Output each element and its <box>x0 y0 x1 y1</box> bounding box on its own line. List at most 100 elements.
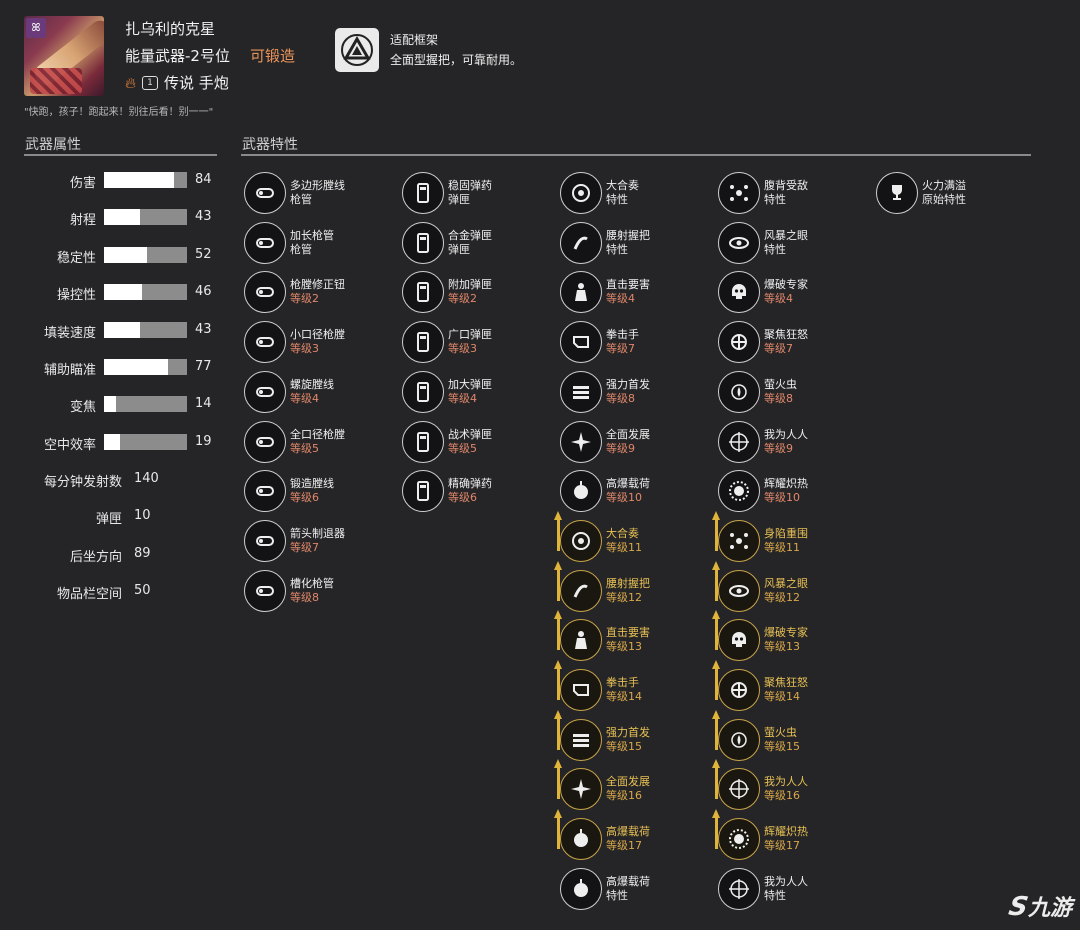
perk-item[interactable]: 加大弹匣 等级4 <box>402 370 492 413</box>
perk-item[interactable]: 强力首发 等级8 <box>560 370 650 413</box>
perk-name: 风暴之眼 <box>764 576 808 590</box>
bullets-icon[interactable] <box>554 709 602 761</box>
barrel-icon[interactable] <box>244 470 286 513</box>
barrel-icon[interactable] <box>244 519 286 562</box>
perk-item[interactable]: 小口径枪膛 等级3 <box>244 321 345 364</box>
perk-item[interactable]: 辉耀炽热 等级17 <box>712 809 808 861</box>
perk-item[interactable]: 槽化枪管 等级8 <box>244 569 334 612</box>
storm-eye-icon[interactable] <box>712 560 760 612</box>
barrel-icon[interactable] <box>244 569 286 612</box>
fist-icon[interactable] <box>560 321 602 364</box>
grip-icon[interactable] <box>560 221 602 264</box>
radiant-icon[interactable] <box>718 470 760 513</box>
perk-item[interactable]: 高爆载荷 等级10 <box>560 470 650 513</box>
fist-icon[interactable] <box>554 660 602 711</box>
magazine-icon[interactable] <box>402 221 444 264</box>
explosive-icon[interactable] <box>560 470 602 513</box>
barrel-icon[interactable] <box>244 271 286 314</box>
perk-item[interactable]: 爆破专家 等级13 <box>712 610 808 662</box>
burst-icon[interactable] <box>560 420 602 463</box>
surrounded-icon[interactable] <box>718 172 760 214</box>
perk-item[interactable]: 枪膛修正钮 等级2 <box>244 271 345 314</box>
crosshair-icon[interactable] <box>718 867 760 910</box>
explosive-icon[interactable] <box>560 867 602 910</box>
perk-item[interactable]: 辉耀炽热 等级10 <box>718 470 808 513</box>
perk-item[interactable]: 多边形膛线 枪管 <box>244 172 345 214</box>
ensemble-icon[interactable] <box>560 172 602 214</box>
magazine-icon[interactable] <box>402 470 444 513</box>
perk-item[interactable]: 爆破专家 等级4 <box>718 271 808 314</box>
fury-icon[interactable] <box>712 660 760 711</box>
perk-item[interactable]: 加长枪管 枪管 <box>244 221 334 264</box>
perk-item[interactable]: 全面发展 等级9 <box>560 420 650 463</box>
firefly-icon[interactable] <box>718 370 760 413</box>
perk-item[interactable]: 锻造膛线 等级6 <box>244 470 334 513</box>
perk-item[interactable]: 附加弹匣 等级2 <box>402 271 492 314</box>
barrel-icon[interactable] <box>244 370 286 413</box>
perk-item[interactable]: 大合奏 特性 <box>560 172 639 214</box>
perk-item[interactable]: 强力首发 等级15 <box>554 709 650 761</box>
trophy-icon[interactable] <box>876 172 918 214</box>
perk-item[interactable]: 高爆载荷 特性 <box>560 867 650 910</box>
crosshair-icon[interactable] <box>712 759 760 811</box>
perk-item[interactable]: 直击要害 等级13 <box>554 610 650 662</box>
firefly-icon[interactable] <box>712 709 760 761</box>
perk-item[interactable]: 大合奏 等级11 <box>554 510 642 562</box>
perk-item[interactable]: 腹背受敌 特性 <box>718 172 808 214</box>
magazine-icon[interactable] <box>402 370 444 413</box>
perk-item[interactable]: 箭头制退器 等级7 <box>244 519 345 562</box>
target-body-icon[interactable] <box>554 610 602 662</box>
perk-item[interactable]: 身陷重围 等级11 <box>712 510 808 562</box>
perk-item[interactable]: 萤火虫 等级8 <box>718 370 797 413</box>
perk-item[interactable]: 精确弹药 等级6 <box>402 470 492 513</box>
perk-item[interactable]: 拳击手 等级7 <box>560 321 639 364</box>
ensemble-icon[interactable] <box>554 510 602 562</box>
perk-subtitle: 等级4 <box>606 292 635 306</box>
perk-item[interactable]: 我为人人 特性 <box>718 867 808 910</box>
stat-value: 52 <box>195 246 212 262</box>
perk-item[interactable]: 腰射握把 等级12 <box>554 560 650 612</box>
storm-eye-icon[interactable] <box>718 221 760 264</box>
perk-item[interactable]: 我为人人 等级16 <box>712 759 808 811</box>
perk-item[interactable]: 高爆载荷 等级17 <box>554 809 650 861</box>
perk-item[interactable]: 聚焦狂怒 等级14 <box>712 660 808 711</box>
perk-item[interactable]: 我为人人 等级9 <box>718 420 808 463</box>
grip-icon[interactable] <box>554 560 602 612</box>
magazine-icon[interactable] <box>402 321 444 364</box>
perk-item[interactable]: 稳固弹药 弹匣 <box>402 172 492 214</box>
skull-icon[interactable] <box>718 271 760 314</box>
perk-item[interactable]: 腰射握把 特性 <box>560 221 650 264</box>
barrel-icon[interactable] <box>244 172 286 214</box>
perk-item[interactable]: 火力满溢 原始特性 <box>876 172 966 214</box>
magazine-icon[interactable] <box>402 420 444 463</box>
fury-icon[interactable] <box>718 321 760 364</box>
burst-icon[interactable] <box>554 759 602 811</box>
explosive-icon[interactable] <box>554 809 602 861</box>
barrel-icon[interactable] <box>244 321 286 364</box>
barrel-icon[interactable] <box>244 420 286 463</box>
perk-item[interactable]: 全面发展 等级16 <box>554 759 650 811</box>
skull-icon[interactable] <box>712 610 760 662</box>
perk-item[interactable]: 直击要害 等级4 <box>560 271 650 314</box>
perk-item[interactable]: 萤火虫 等级15 <box>712 709 800 761</box>
magazine-icon[interactable] <box>402 271 444 314</box>
surrounded-icon[interactable] <box>712 510 760 562</box>
perk-subtitle: 枪管 <box>290 193 312 206</box>
perk-item[interactable]: 全口径枪膛 等级5 <box>244 420 345 463</box>
perk-item[interactable]: 拳击手 等级14 <box>554 660 642 711</box>
perk-item[interactable]: 风暴之眼 特性 <box>718 221 808 264</box>
radiant-icon[interactable] <box>712 809 760 861</box>
perk-item[interactable]: 广口弹匣 等级3 <box>402 321 492 364</box>
perk-item[interactable]: 合金弹匣 弹匣 <box>402 221 492 264</box>
perk-item[interactable]: 聚焦狂怒 等级7 <box>718 321 808 364</box>
perk-item[interactable]: 战术弹匣 等级5 <box>402 420 492 463</box>
crosshair-icon[interactable] <box>718 420 760 463</box>
magazine-icon[interactable] <box>402 172 444 214</box>
frame-triangle-icon[interactable] <box>335 28 379 72</box>
perk-name: 精确弹药 <box>448 477 492 491</box>
bullets-icon[interactable] <box>560 370 602 413</box>
perk-item[interactable]: 风暴之眼 等级12 <box>712 560 808 612</box>
perk-item[interactable]: 螺旋膛线 等级4 <box>244 370 334 413</box>
barrel-icon[interactable] <box>244 221 286 264</box>
target-body-icon[interactable] <box>560 271 602 314</box>
